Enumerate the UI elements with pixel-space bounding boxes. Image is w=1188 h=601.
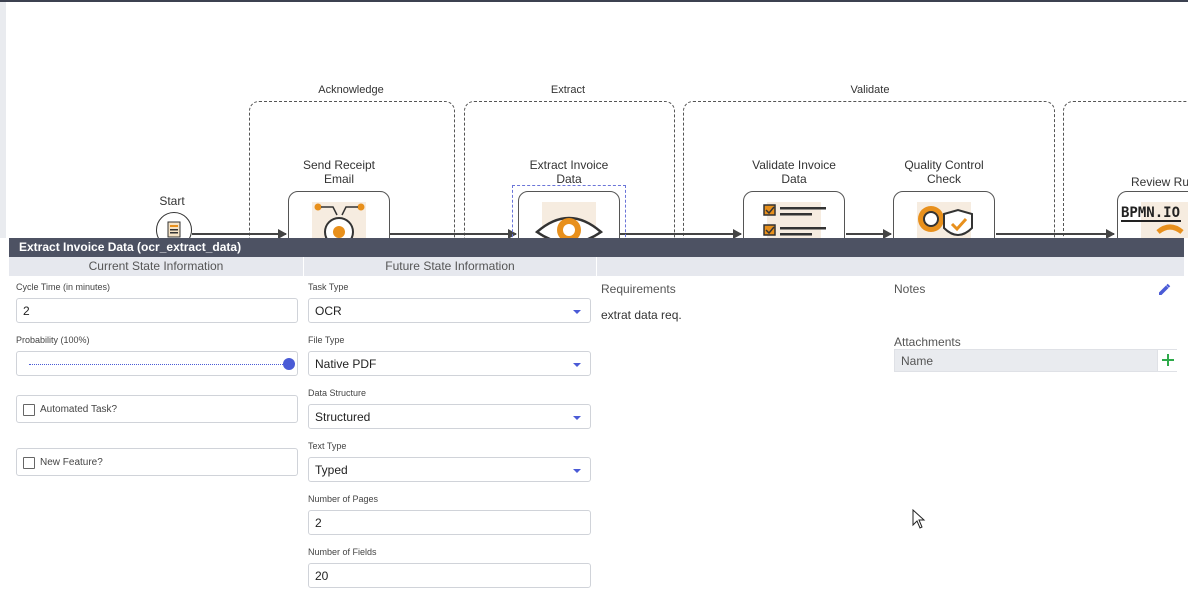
automated-task-checkbox[interactable] [23,404,35,416]
properties-panel: Extract Invoice Data (ocr_extract_data) … [9,238,1184,601]
eye-icon [534,202,604,238]
add-attachment-button[interactable] [1157,350,1178,371]
attachments-name-column: Name [901,354,934,368]
chevron-down-icon [573,416,581,420]
task-extract-invoice-data[interactable] [518,191,620,238]
attachments-label: Attachments [894,335,961,349]
flow-arrow[interactable] [620,229,742,238]
chevron-down-icon [573,363,581,367]
requirements-label: Requirements [601,282,676,296]
attachments-table-header: Name [894,349,1177,372]
task-review[interactable]: BPMN.IO [1117,191,1188,238]
mouse-cursor-icon [912,509,926,529]
task-label-validate-invoice-data: Validate Invoice Data [752,158,836,186]
checklist-icon [763,202,826,238]
task-label-quality-control-check: Quality Control Check [904,158,984,186]
svg-text:BPMN.IO: BPMN.IO [1121,205,1180,221]
text-type-label: Text Type [308,441,347,451]
flow-arrow[interactable] [846,229,892,238]
task-quality-control-check[interactable] [893,191,995,238]
flow-arrow[interactable] [192,229,287,238]
plus-icon [1162,354,1174,366]
number-of-pages-label: Number of Pages [308,494,379,504]
probability-label: Probability (100%) [16,335,90,345]
new-feature-label: New Feature? [40,457,103,468]
flow-arrow[interactable] [996,229,1115,238]
lane-label-validate: Validate [850,84,890,96]
number-of-fields-label: Number of Fields [308,547,377,557]
cycle-time-label: Cycle Time (in minutes) [16,282,111,292]
task-send-receipt-email[interactable] [288,191,390,238]
cycle-time-input[interactable]: 2 [16,298,298,323]
task-label-send-receipt-email: Send Receipt Email [302,158,376,186]
new-feature-checkbox[interactable] [23,457,35,469]
canvas-left-edge [0,2,6,238]
notes-label: Notes [894,282,926,296]
current-state-header: Current State Information [9,257,303,276]
gear-network-icon [312,202,366,238]
new-feature-field[interactable]: New Feature? [16,448,298,476]
automated-task-label: Automated Task? [40,404,118,415]
file-type-value: Native PDF [315,357,377,371]
right-column-header [597,257,1184,276]
shield-gear-icon [917,202,973,238]
start-event[interactable] [156,212,192,238]
chevron-down-icon [573,310,581,314]
data-structure-label: Data Structure [308,388,367,398]
task-label-review: Review Ru [1131,175,1188,189]
chevron-down-icon [573,469,581,473]
panel-title: Extract Invoice Data (ocr_extract_data) [9,238,1184,257]
file-type-select[interactable]: Native PDF [308,351,591,376]
task-type-select[interactable]: OCR [308,298,591,323]
number-of-pages-input[interactable]: 2 [308,510,591,535]
edit-pencil-icon[interactable] [1157,283,1171,297]
number-of-fields-input[interactable]: 20 [308,563,591,588]
bpmn-canvas[interactable]: Acknowledge Extract Validate Start Send … [0,2,1188,238]
flow-arrow[interactable] [390,229,517,238]
automated-task-field[interactable]: Automated Task? [16,395,298,423]
lane-label-acknowledge: Acknowledge [318,84,384,96]
probability-slider[interactable] [16,351,298,376]
file-type-label: File Type [308,335,345,345]
slider-thumb[interactable] [283,358,295,370]
slider-track [29,364,289,365]
requirements-text[interactable]: extrat data req. [601,308,682,322]
data-structure-value: Structured [315,410,371,424]
task-type-label: Task Type [308,282,349,292]
start-event-label: Start [159,194,185,208]
bpmn-logo-icon: BPMN.IO [1121,202,1188,238]
text-type-value: Typed [315,463,348,477]
task-validate-invoice-data[interactable] [743,191,845,238]
lane-label-extract: Extract [550,84,586,96]
task-type-value: OCR [315,304,342,318]
task-label-extract-invoice-data: Extract Invoice Data [529,158,609,186]
document-icon [167,221,181,238]
text-type-select[interactable]: Typed [308,457,591,482]
data-structure-select[interactable]: Structured [308,404,591,429]
future-state-header: Future State Information [304,257,596,276]
group-validate[interactable] [683,101,1055,238]
